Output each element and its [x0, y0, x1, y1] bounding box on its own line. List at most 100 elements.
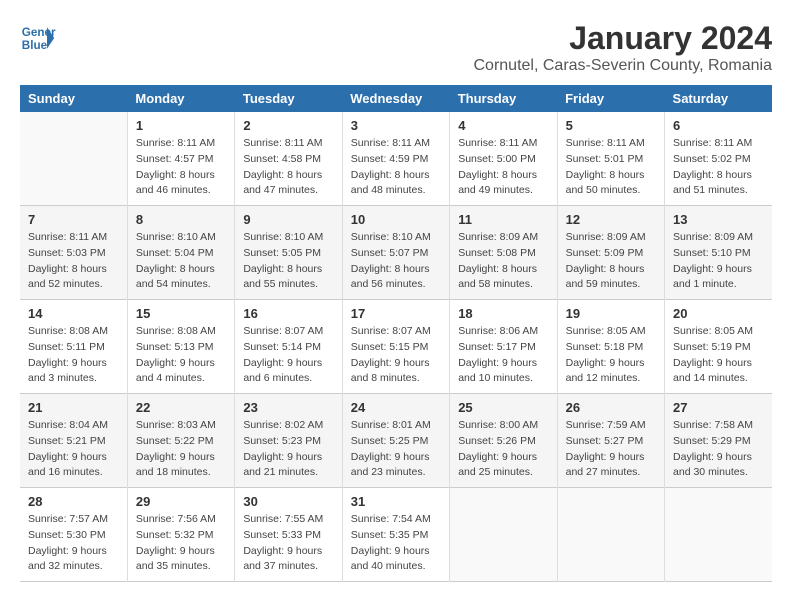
day-info: Sunrise: 8:09 AM Sunset: 5:09 PM Dayligh… — [566, 230, 656, 293]
day-info: Sunrise: 8:11 AM Sunset: 4:58 PM Dayligh… — [243, 136, 333, 199]
calendar-cell: 29 Sunrise: 7:56 AM Sunset: 5:32 PM Dayli… — [127, 488, 234, 582]
calendar-cell: 13 Sunrise: 8:09 AM Sunset: 5:10 PM Dayli… — [665, 206, 772, 300]
day-info: Sunrise: 8:10 AM Sunset: 5:04 PM Dayligh… — [136, 230, 226, 293]
day-info: Sunrise: 8:03 AM Sunset: 5:22 PM Dayligh… — [136, 418, 226, 481]
calendar-cell: 23 Sunrise: 8:02 AM Sunset: 5:23 PM Dayli… — [235, 394, 342, 488]
calendar-cell: 27 Sunrise: 7:58 AM Sunset: 5:29 PM Dayli… — [665, 394, 772, 488]
day-number: 17 — [351, 306, 441, 321]
day-info: Sunrise: 7:58 AM Sunset: 5:29 PM Dayligh… — [673, 418, 764, 481]
day-header-monday: Monday — [127, 85, 234, 112]
calendar-cell: 14 Sunrise: 8:08 AM Sunset: 5:11 PM Dayli… — [20, 300, 127, 394]
calendar-cell: 10 Sunrise: 8:10 AM Sunset: 5:07 PM Dayli… — [342, 206, 449, 300]
logo: General Blue — [20, 20, 56, 56]
week-row: 14 Sunrise: 8:08 AM Sunset: 5:11 PM Dayli… — [20, 300, 772, 394]
day-header-friday: Friday — [557, 85, 664, 112]
calendar-cell: 18Sunrise: 8:06 AM Sunset: 5:17 PM Dayli… — [450, 300, 557, 394]
calendar-table: SundayMondayTuesdayWednesdayThursdayFrid… — [20, 85, 772, 582]
day-number: 19 — [566, 306, 656, 321]
day-number: 29 — [136, 494, 226, 509]
day-info: Sunrise: 8:11 AM Sunset: 4:57 PM Dayligh… — [136, 136, 226, 199]
week-row: 21 Sunrise: 8:04 AM Sunset: 5:21 PM Dayli… — [20, 394, 772, 488]
day-number: 18 — [458, 306, 548, 321]
svg-text:Blue: Blue — [22, 39, 48, 52]
week-row: 7Sunrise: 8:11 AM Sunset: 5:03 PM Daylig… — [20, 206, 772, 300]
calendar-cell: 2 Sunrise: 8:11 AM Sunset: 4:58 PM Daylig… — [235, 112, 342, 206]
day-info: Sunrise: 8:09 AM Sunset: 5:08 PM Dayligh… — [458, 230, 548, 293]
day-header-tuesday: Tuesday — [235, 85, 342, 112]
day-info: Sunrise: 8:11 AM Sunset: 5:02 PM Dayligh… — [673, 136, 764, 199]
page-header: General Blue January 2024 Cornutel, Cara… — [20, 20, 772, 75]
calendar-cell: 12 Sunrise: 8:09 AM Sunset: 5:09 PM Dayli… — [557, 206, 664, 300]
calendar-cell: 5Sunrise: 8:11 AM Sunset: 5:01 PM Daylig… — [557, 112, 664, 206]
day-number: 8 — [136, 212, 226, 227]
calendar-cell: 11 Sunrise: 8:09 AM Sunset: 5:08 PM Dayli… — [450, 206, 557, 300]
title-area: January 2024 Cornutel, Caras-Severin Cou… — [474, 20, 773, 75]
day-info: Sunrise: 8:00 AM Sunset: 5:26 PM Dayligh… — [458, 418, 548, 481]
day-number: 9 — [243, 212, 333, 227]
day-number: 12 — [566, 212, 656, 227]
calendar-cell: 26 Sunrise: 7:59 AM Sunset: 5:27 PM Dayli… — [557, 394, 664, 488]
day-info: Sunrise: 8:07 AM Sunset: 5:15 PM Dayligh… — [351, 324, 441, 387]
calendar-cell: 30 Sunrise: 7:55 AM Sunset: 5:33 PM Dayli… — [235, 488, 342, 582]
day-info: Sunrise: 8:08 AM Sunset: 5:11 PM Dayligh… — [28, 324, 119, 387]
day-info: Sunrise: 7:54 AM Sunset: 5:35 PM Dayligh… — [351, 512, 441, 575]
day-number: 28 — [28, 494, 119, 509]
day-info: Sunrise: 8:11 AM Sunset: 4:59 PM Dayligh… — [351, 136, 441, 199]
calendar-cell: 7Sunrise: 8:11 AM Sunset: 5:03 PM Daylig… — [20, 206, 127, 300]
calendar-cell: 16Sunrise: 8:07 AM Sunset: 5:14 PM Dayli… — [235, 300, 342, 394]
day-number: 15 — [136, 306, 226, 321]
day-info: Sunrise: 8:11 AM Sunset: 5:00 PM Dayligh… — [458, 136, 548, 199]
week-row: 28 Sunrise: 7:57 AM Sunset: 5:30 PM Dayli… — [20, 488, 772, 582]
day-number: 16 — [243, 306, 333, 321]
day-info: Sunrise: 8:02 AM Sunset: 5:23 PM Dayligh… — [243, 418, 333, 481]
location-subtitle: Cornutel, Caras-Severin County, Romania — [474, 57, 773, 75]
header-row: SundayMondayTuesdayWednesdayThursdayFrid… — [20, 85, 772, 112]
day-info: Sunrise: 8:04 AM Sunset: 5:21 PM Dayligh… — [28, 418, 119, 481]
day-number: 23 — [243, 400, 333, 415]
day-info: Sunrise: 8:05 AM Sunset: 5:18 PM Dayligh… — [566, 324, 656, 387]
day-number: 26 — [566, 400, 656, 415]
day-info: Sunrise: 8:08 AM Sunset: 5:13 PM Dayligh… — [136, 324, 226, 387]
day-number: 24 — [351, 400, 441, 415]
day-number: 22 — [136, 400, 226, 415]
day-info: Sunrise: 7:57 AM Sunset: 5:30 PM Dayligh… — [28, 512, 119, 575]
day-info: Sunrise: 7:55 AM Sunset: 5:33 PM Dayligh… — [243, 512, 333, 575]
day-number: 14 — [28, 306, 119, 321]
month-title: January 2024 — [474, 20, 773, 57]
day-info: Sunrise: 8:09 AM Sunset: 5:10 PM Dayligh… — [673, 230, 764, 293]
calendar-cell: 4 Sunrise: 8:11 AM Sunset: 5:00 PM Daylig… — [450, 112, 557, 206]
calendar-cell: 8 Sunrise: 8:10 AM Sunset: 5:04 PM Daylig… — [127, 206, 234, 300]
day-number: 5 — [566, 118, 656, 133]
day-number: 3 — [351, 118, 441, 133]
calendar-cell — [557, 488, 664, 582]
calendar-cell — [450, 488, 557, 582]
day-number: 11 — [458, 212, 548, 227]
week-row: 1Sunrise: 8:11 AM Sunset: 4:57 PM Daylig… — [20, 112, 772, 206]
day-info: Sunrise: 7:56 AM Sunset: 5:32 PM Dayligh… — [136, 512, 226, 575]
day-number: 6 — [673, 118, 764, 133]
day-info: Sunrise: 8:01 AM Sunset: 5:25 PM Dayligh… — [351, 418, 441, 481]
calendar-cell: 9Sunrise: 8:10 AM Sunset: 5:05 PM Daylig… — [235, 206, 342, 300]
day-header-wednesday: Wednesday — [342, 85, 449, 112]
day-number: 30 — [243, 494, 333, 509]
day-number: 27 — [673, 400, 764, 415]
calendar-cell: 1Sunrise: 8:11 AM Sunset: 4:57 PM Daylig… — [127, 112, 234, 206]
day-number: 25 — [458, 400, 548, 415]
calendar-cell: 20Sunrise: 8:05 AM Sunset: 5:19 PM Dayli… — [665, 300, 772, 394]
calendar-cell: 17 Sunrise: 8:07 AM Sunset: 5:15 PM Dayli… — [342, 300, 449, 394]
logo-icon: General Blue — [20, 20, 56, 56]
day-number: 4 — [458, 118, 548, 133]
calendar-cell: 31Sunrise: 7:54 AM Sunset: 5:35 PM Dayli… — [342, 488, 449, 582]
day-number: 13 — [673, 212, 764, 227]
day-number: 10 — [351, 212, 441, 227]
calendar-cell: 6 Sunrise: 8:11 AM Sunset: 5:02 PM Daylig… — [665, 112, 772, 206]
day-header-saturday: Saturday — [665, 85, 772, 112]
day-info: Sunrise: 8:10 AM Sunset: 5:07 PM Dayligh… — [351, 230, 441, 293]
calendar-cell — [665, 488, 772, 582]
day-header-thursday: Thursday — [450, 85, 557, 112]
day-number: 2 — [243, 118, 333, 133]
calendar-cell: 3 Sunrise: 8:11 AM Sunset: 4:59 PM Daylig… — [342, 112, 449, 206]
day-info: Sunrise: 7:59 AM Sunset: 5:27 PM Dayligh… — [566, 418, 656, 481]
day-info: Sunrise: 8:11 AM Sunset: 5:03 PM Dayligh… — [28, 230, 119, 293]
day-number: 21 — [28, 400, 119, 415]
